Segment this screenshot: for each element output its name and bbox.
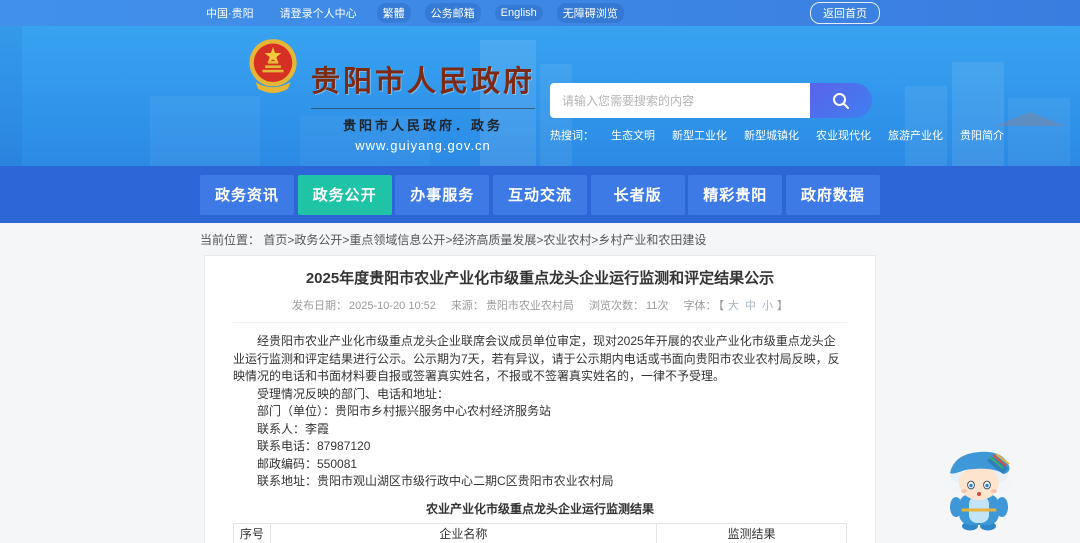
topbar-link[interactable]: 公务邮箱 [424, 3, 481, 23]
back-to-home-button[interactable]: 返回首页 [810, 2, 880, 24]
nav-tab-政务资讯[interactable]: 政务资讯 [200, 174, 294, 215]
font-bracket-open: 【 [718, 300, 724, 312]
table-header-cell: 监测结果 [655, 522, 848, 543]
hot-search-link[interactable]: 新型工业化 [672, 127, 727, 143]
topbar-link[interactable]: 中国·贵阳 [200, 3, 260, 23]
site-url: www.guiyang.gov.cn [355, 138, 491, 153]
article-card: 2025年度贵阳市农业产业化市级重点龙头企业运行监测和评定结果公示 发布日期： 2… [204, 255, 876, 543]
main-navigation: 政务资讯 政务公开 办事服务 互动交流 长者版 精彩贵阳 政府数据 [0, 166, 1080, 223]
table-header-cell: 企业名称 [269, 522, 657, 543]
topbar-link[interactable]: English [494, 5, 543, 21]
article-paragraph: 部门（单位）：贵阳市乡村振兴服务中心农村经济服务站 [257, 404, 552, 418]
nav-tab-政务公开[interactable]: 政务公开 [297, 174, 392, 215]
publish-date-value: 2025-10-20 10:52 [349, 300, 436, 312]
breadcrumb-label: 当前位置： [200, 233, 261, 247]
article-paragraph: 联系电话：87987120 [257, 439, 371, 453]
nav-tab-互动交流[interactable]: 互动交流 [492, 174, 587, 215]
site-header-banner: 贵阳市人民政府 贵阳市人民政府．政务 www.guiyang.gov.cn 热搜… [0, 26, 1080, 166]
source-label: 来源： [450, 300, 484, 312]
article-title: 2025年度贵阳市农业产业化市级重点龙头企业运行监测和评定结果公示 [305, 270, 775, 287]
views-value: 11次 [646, 300, 669, 312]
nav-tab-办事服务[interactable]: 办事服务 [395, 174, 490, 215]
font-size-small[interactable]: 小 [762, 300, 773, 312]
article-paragraph: 联系地址：贵阳市观山湖区市级行政中心二期C区贵阳市农业农村局 [257, 474, 614, 488]
monitoring-result-table: 序号企业名称监测结果 1贵州合力超市采购有限公司合格2贵州友禾种业有限公司合格3… [233, 522, 848, 543]
font-bracket-close: 】 [776, 300, 788, 312]
search-button[interactable] [810, 83, 872, 118]
national-emblem-icon [249, 39, 297, 93]
topbar-links: 中国·贵阳 请登录个人中心 繁體 公务邮箱 English 无障碍浏览 [200, 3, 624, 23]
assistant-mascot[interactable] [941, 446, 1017, 537]
hot-search-link[interactable]: 生态文明 [611, 127, 655, 143]
article-paragraph: 邮政编码：550081 [257, 456, 358, 471]
nav-tab-长者版[interactable]: 长者版 [590, 174, 685, 215]
top-utility-bar: 中国·贵阳 请登录个人中心 繁體 公务邮箱 English 无障碍浏览 返回首页 [0, 0, 1080, 26]
hot-search-link[interactable]: 农业现代化 [816, 127, 871, 143]
article-body: 经贵阳市农业产业化市级重点龙头企业联席会议成员单位审定，现对2025年开展的农业… [233, 333, 847, 491]
search-icon [833, 92, 849, 109]
hot-search-link[interactable]: 贵阳简介 [960, 127, 1004, 143]
article-paragraph: 受理情况反映的部门、电话和地址： [257, 386, 450, 401]
site-logo[interactable]: 贵阳市人民政府 贵阳市人民政府．政务 www.guiyang.gov.cn [245, 36, 536, 153]
hot-search-link[interactable]: 旅游产业化 [888, 127, 943, 143]
font-size-label: 字体： [683, 300, 717, 312]
hot-search-label: 热搜词： [550, 130, 594, 142]
hot-search-link[interactable]: 新型城镇化 [744, 127, 799, 143]
topbar-link[interactable]: 无障碍浏览 [556, 3, 624, 23]
site-name: 贵阳市人民政府 [311, 66, 536, 98]
article-paragraph: 联系人：李霞 [257, 421, 330, 436]
font-size-large[interactable]: 大 [728, 300, 739, 312]
source-value: 贵阳市农业农村局 [485, 300, 574, 312]
breadcrumb: 当前位置： 首页>政务公开>重点领域信息公开>经济高质量发展>农业农村>乡村产业… [200, 223, 880, 255]
views-label: 浏览次数： [589, 300, 644, 312]
breadcrumb-path[interactable]: 首页>政务公开>重点领域信息公开>经济高质量发展>农业农村>乡村产业和农田建设 [263, 233, 706, 247]
topbar-link[interactable]: 繁體 [376, 3, 411, 23]
site-subtitle: 贵阳市人民政府．政务 [311, 108, 536, 134]
search-input[interactable] [550, 83, 810, 118]
topbar-link[interactable]: 请登录个人中心 [274, 3, 363, 23]
publish-date-label: 发布日期： [292, 300, 348, 312]
font-size-medium[interactable]: 中 [745, 300, 756, 312]
result-table-caption: 农业产业化市级重点龙头企业运行监测结果 [425, 501, 654, 516]
article-meta: 发布日期： 2025-10-20 10:52 来源： 贵阳市农业农村局 浏览次数： 1… [233, 297, 847, 323]
mascot-icon [945, 451, 1013, 531]
nav-tab-政府数据[interactable]: 政府数据 [785, 174, 880, 215]
article-paragraph: 经贵阳市农业产业化市级重点龙头企业联席会议成员单位审定，现对2025年开展的农业… [233, 334, 840, 383]
hot-search-links: 生态文明 新型工业化 新型城镇化 农业现代化 旅游产业化 贵阳简介 [611, 127, 1004, 143]
table-header-cell: 序号 [233, 522, 271, 543]
nav-tab-精彩贵阳[interactable]: 精彩贵阳 [688, 174, 783, 215]
